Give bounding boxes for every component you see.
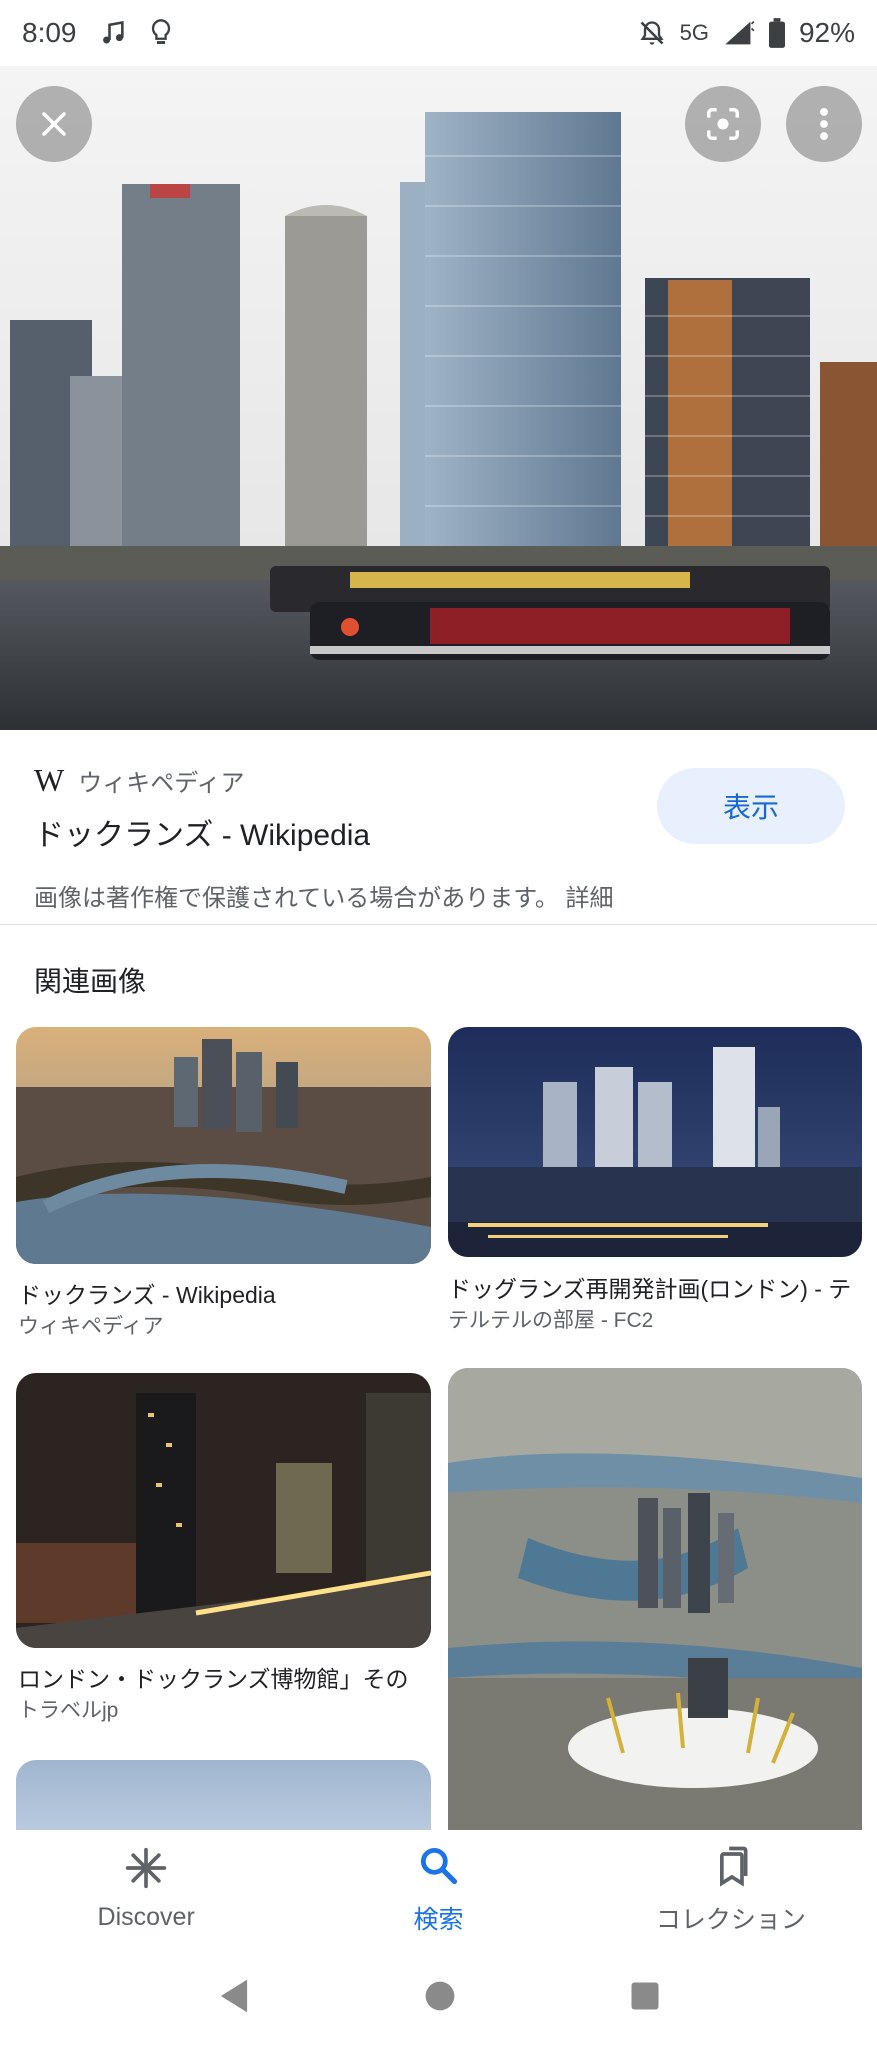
signal-icon xyxy=(723,19,755,47)
related-item-1-source[interactable]: ウィキペディア xyxy=(18,1310,164,1340)
back-button[interactable] xyxy=(217,1978,251,2019)
source-site-name: ウィキペディア xyxy=(78,770,245,797)
related-image-3[interactable] xyxy=(16,1373,431,1648)
wikipedia-logo-icon: W xyxy=(34,762,65,798)
nav-search[interactable]: 検索 xyxy=(292,1830,584,1948)
copyright-notice[interactable]: 画像は著作権で保護されている場合があります。 詳細 xyxy=(34,878,614,913)
asterisk-icon xyxy=(124,1846,168,1897)
network-type: 5G xyxy=(679,20,709,45)
status-time: 8:09 xyxy=(22,17,77,48)
bottom-navigation: Discover 検索 コレクション xyxy=(0,1830,877,1948)
related-image-2[interactable] xyxy=(448,1027,862,1257)
related-image-2-photo xyxy=(448,1027,862,1257)
related-item-2-title[interactable]: ドッグランズ再開発計画(ロンドン) - テ xyxy=(448,1270,856,1304)
related-image-5[interactable] xyxy=(16,1760,431,1830)
battery-icon xyxy=(768,18,785,48)
related-image-4[interactable] xyxy=(448,1368,862,1830)
nav-discover[interactable]: Discover xyxy=(0,1830,292,1948)
docklands-photo xyxy=(0,66,877,730)
notifications-off-icon xyxy=(638,19,666,47)
battery-level: 92% xyxy=(798,17,855,48)
status-bar: 8:09 5G 92% xyxy=(0,0,877,66)
related-item-3-title[interactable]: ロンドン・ドックランズ博物館」その xyxy=(18,1660,430,1694)
search-icon xyxy=(416,1843,460,1894)
related-item-1-title[interactable]: ドックランズ - Wikipedia xyxy=(18,1276,430,1310)
source-title[interactable]: ドックランズ - Wikipedia xyxy=(34,810,370,854)
system-navigation-bar xyxy=(0,1948,877,2048)
lens-button[interactable] xyxy=(685,86,761,162)
related-item-2-source[interactable]: テルテルの部屋 - FC2 xyxy=(448,1304,653,1334)
nav-collections[interactable]: コレクション xyxy=(585,1830,877,1948)
lens-icon xyxy=(704,105,742,143)
home-circle-icon xyxy=(424,1981,456,2016)
nav-search-label: 検索 xyxy=(413,1905,464,1934)
related-image-4-photo xyxy=(448,1368,862,1830)
related-item-3-source[interactable]: トラベルjp xyxy=(18,1694,118,1724)
more-options-button[interactable] xyxy=(786,86,862,162)
source-card: W ウィキペディア ドックランズ - Wikipedia 表示 画像は著作権で保… xyxy=(0,730,877,925)
view-button[interactable]: 表示 xyxy=(657,768,845,844)
close-icon xyxy=(39,109,69,139)
more-vert-icon xyxy=(819,107,829,141)
home-button[interactable] xyxy=(424,1980,456,2017)
related-image-1-photo xyxy=(16,1027,431,1264)
related-image-3-photo xyxy=(16,1373,431,1648)
related-images-heading: 関連画像 xyxy=(34,966,147,997)
related-image-5-photo xyxy=(16,1760,431,1830)
lightbulb-icon xyxy=(149,18,173,48)
main-image[interactable] xyxy=(0,66,877,730)
bookmarks-icon xyxy=(709,1843,753,1894)
source-site[interactable]: W ウィキペディア xyxy=(34,762,245,799)
recents-button[interactable] xyxy=(630,1981,660,2016)
related-image-1[interactable] xyxy=(16,1027,431,1264)
music-note-icon xyxy=(99,19,127,47)
close-button[interactable] xyxy=(16,86,92,162)
recents-square-icon xyxy=(630,1982,660,2015)
back-triangle-icon xyxy=(217,1979,251,2018)
nav-collections-label: コレクション xyxy=(655,1905,806,1934)
nav-discover-label: Discover xyxy=(97,1903,195,1931)
